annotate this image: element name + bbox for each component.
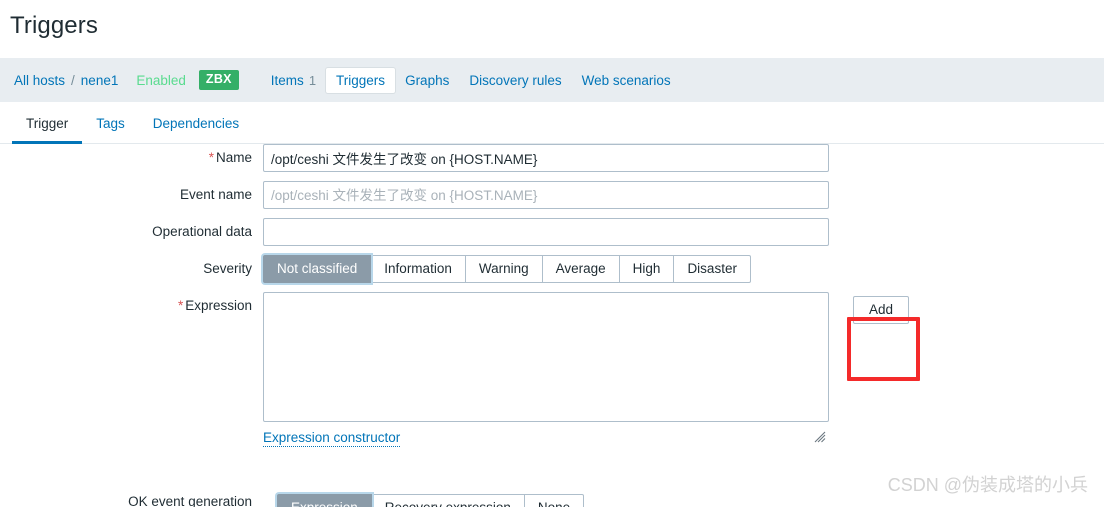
- breadcrumb-band: All hosts / nene1 Enabled ZBX Items 1 Tr…: [0, 58, 1104, 102]
- object-tab-triggers[interactable]: Triggers: [326, 67, 396, 93]
- label-name: * Name: [0, 144, 263, 172]
- ok-event-option-none[interactable]: None: [524, 494, 585, 507]
- label-event-name: Event name: [179, 187, 252, 202]
- name-input[interactable]: [263, 144, 829, 172]
- add-button[interactable]: Add: [853, 296, 909, 324]
- required-asterisk-expression: *: [177, 298, 184, 313]
- label-expression: * Expression: [0, 292, 263, 320]
- page-header: Triggers: [0, 0, 1104, 58]
- object-tab-triggers-label: Triggers: [336, 72, 386, 88]
- object-tab-discovery-rules-label: Discovery rules: [469, 72, 562, 88]
- event-name-input[interactable]: [263, 181, 829, 209]
- label-operational-data: Operational data: [152, 224, 252, 239]
- object-tab-graphs-label: Graphs: [405, 72, 450, 88]
- tab-trigger[interactable]: Trigger: [12, 103, 83, 144]
- object-tab-web-scenarios-label: Web scenarios: [581, 72, 671, 88]
- ok-event-option-recovery-expression[interactable]: Recovery expression: [371, 494, 525, 507]
- severity-option-high[interactable]: High: [619, 255, 675, 283]
- severity-option-not-classified[interactable]: Not classified: [263, 255, 372, 283]
- expression-textarea[interactable]: [263, 292, 829, 422]
- form-row-name: * Name: [0, 144, 1104, 172]
- host-status-enabled[interactable]: Enabled: [136, 73, 186, 88]
- breadcrumb-separator: /: [71, 72, 75, 88]
- severity-option-warning[interactable]: Warning: [465, 255, 543, 283]
- form-tab-list: Trigger Tags Dependencies: [12, 102, 253, 144]
- form-row-expression: * Expression Expression constructor Add: [0, 292, 1104, 447]
- label-severity: Severity: [203, 261, 252, 276]
- object-tab-graphs[interactable]: Graphs: [395, 68, 459, 93]
- breadcrumb-all-hosts-link[interactable]: All hosts: [14, 73, 65, 88]
- tab-tags[interactable]: Tags: [82, 103, 139, 144]
- form-tab-strip: Trigger Tags Dependencies: [0, 102, 1104, 144]
- severity-selector: Not classified Information Warning Avera…: [263, 255, 751, 283]
- form-row-ok-event-generation: OK event generation Expression Recovery …: [0, 492, 1104, 507]
- breadcrumb: All hosts / nene1 Enabled ZBX Items 1 Tr…: [14, 58, 681, 102]
- object-tab-web-scenarios[interactable]: Web scenarios: [572, 68, 681, 93]
- expression-field-wrapper: Expression constructor: [263, 292, 829, 447]
- expression-links: Expression constructor: [263, 429, 829, 447]
- label-ok-event-generation: OK event generation: [128, 494, 252, 507]
- form-row-severity: Severity Not classified Information Warn…: [0, 255, 1104, 283]
- severity-option-disaster[interactable]: Disaster: [674, 255, 751, 283]
- breadcrumb-host-link[interactable]: nene1: [81, 73, 119, 88]
- ok-event-generation-selector: Expression Recovery expression None: [277, 494, 585, 507]
- object-tab-list: Items 1 Triggers Graphs Discovery rules …: [261, 58, 681, 102]
- zbx-agent-badge[interactable]: ZBX: [198, 70, 239, 90]
- trigger-form: *Name Event name Operational data Severi…: [0, 144, 1104, 456]
- label-expression-text: Expression: [185, 298, 252, 313]
- zabbix-trigger-configuration-page: Triggers All hosts / nene1 Enabled ZBX I…: [0, 0, 1104, 507]
- severity-option-information[interactable]: Information: [371, 255, 466, 283]
- expression-add-slot: Add: [853, 296, 909, 324]
- object-tab-items-label: Items: [270, 72, 304, 88]
- ok-event-option-expression[interactable]: Expression: [277, 494, 372, 507]
- operational-data-input[interactable]: [263, 218, 829, 246]
- object-tab-items-count: 1: [308, 72, 317, 88]
- page-title: Triggers: [10, 12, 98, 39]
- form-row-event-name: Event name: [0, 181, 1104, 209]
- object-tab-discovery-rules[interactable]: Discovery rules: [459, 68, 571, 93]
- object-tab-items[interactable]: Items 1: [261, 68, 326, 93]
- required-asterisk-name: *: [208, 150, 214, 165]
- severity-option-average[interactable]: Average: [542, 255, 620, 283]
- expression-constructor-link[interactable]: Expression constructor: [263, 430, 401, 447]
- form-row-operational-data: Operational data: [0, 218, 1104, 246]
- label-name-text: Name: [215, 150, 252, 165]
- tab-dependencies[interactable]: Dependencies: [139, 103, 253, 144]
